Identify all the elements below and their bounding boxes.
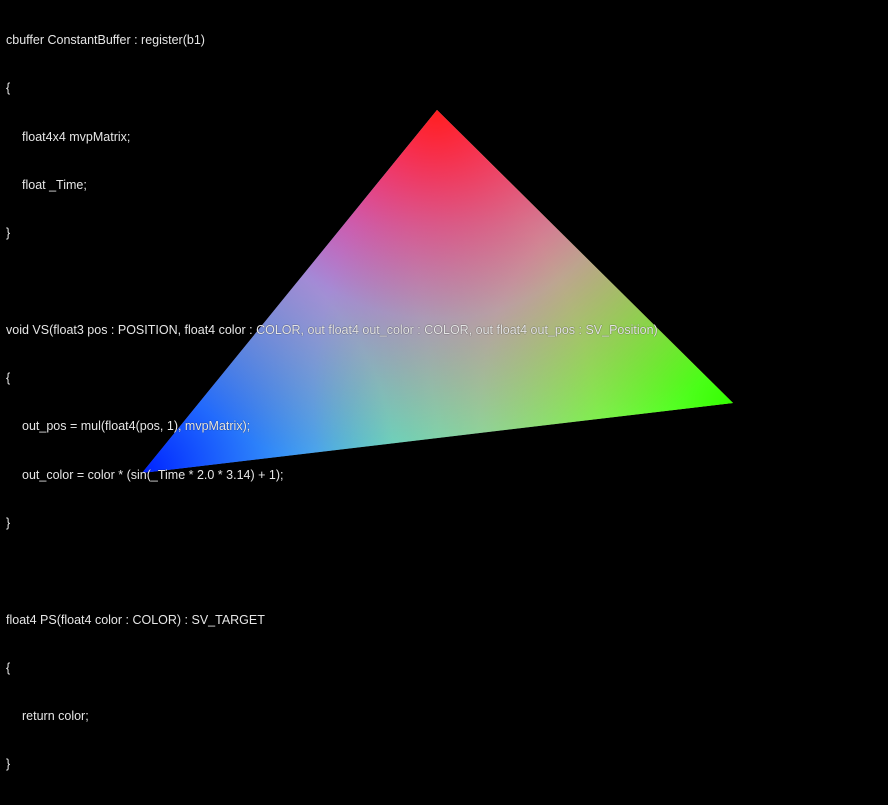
code-line: void VS(float3 pos : POSITION, float4 co… — [6, 322, 658, 337]
code-line: float4x4 mvpMatrix; — [22, 129, 131, 144]
shader-code-overlay: cbuffer ConstantBuffer : register(b1) { … — [6, 0, 658, 805]
code-line: } — [6, 757, 11, 772]
code-line: } — [6, 516, 11, 530]
code-line: cbuffer ConstantBuffer : register(b1) — [6, 33, 205, 48]
code-line: } — [6, 226, 11, 241]
code-line: { — [6, 81, 11, 96]
code-line: out_pos = mul(float4(pos, 1), mvpMatrix)… — [22, 419, 251, 434]
render-viewport: cbuffer ConstantBuffer : register(b1) { … — [0, 0, 888, 771]
code-line: { — [6, 660, 11, 675]
code-line: float _Time; — [22, 178, 87, 193]
code-line: { — [6, 371, 11, 386]
code-line: return color; — [22, 709, 89, 724]
code-line: out_color = color * (sin(_Time * 2.0 * 3… — [22, 467, 284, 482]
